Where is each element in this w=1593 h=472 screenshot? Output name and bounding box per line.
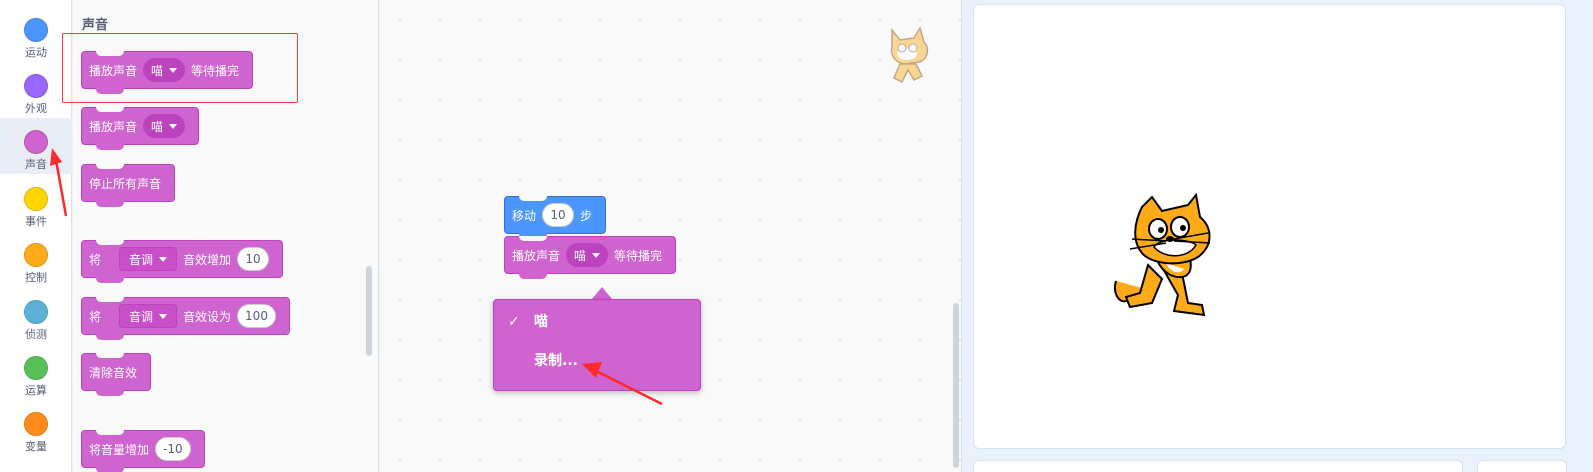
check-icon: ✓ <box>508 314 520 330</box>
caret-down-icon <box>159 313 168 319</box>
category-variables[interactable]: 变量 <box>0 400 72 456</box>
menu-item-meow[interactable]: ✓ 喵 <box>508 311 548 331</box>
effect-dropdown[interactable]: 音调 <box>119 247 178 271</box>
block-clear-effects[interactable]: 清除音效 <box>81 353 152 396</box>
block-label: 将 <box>89 309 102 324</box>
operators-category-icon <box>24 356 48 380</box>
effect-value-input[interactable]: 10 <box>237 247 270 271</box>
category-label: 控制 <box>25 271 47 284</box>
dropdown-value: 喵 <box>574 248 587 263</box>
annotation-arrow-icon <box>582 362 663 406</box>
sound-dropdown[interactable]: 喵 <box>566 243 609 267</box>
block-label: 将 <box>89 252 102 267</box>
block-suffix: 步 <box>580 208 593 223</box>
workspace-block-move-steps[interactable]: 移动 10 步 <box>504 196 607 239</box>
palette-scrollbar[interactable] <box>366 266 372 356</box>
caret-down-icon <box>592 252 601 258</box>
block-change-effect[interactable]: 将 音调 音效增加 10 <box>81 240 284 283</box>
block-start-sound[interactable]: 播放声音 喵 <box>81 107 200 150</box>
dropdown-value: 喵 <box>151 119 164 134</box>
steps-value-input[interactable]: 10 <box>542 203 575 227</box>
block-change-volume[interactable]: 将音量增加 -10 <box>81 430 205 472</box>
effect-dropdown[interactable]: 音调 <box>119 304 178 328</box>
stage-pane-edge <box>1477 460 1567 472</box>
category-label: 运算 <box>25 384 47 397</box>
volume-value-input[interactable]: -10 <box>155 437 191 461</box>
block-label: 播放声音 <box>89 119 138 134</box>
block-label: 将音量增加 <box>89 442 150 457</box>
effect-value-input[interactable]: 100 <box>237 304 276 328</box>
block-label: 清除音效 <box>89 365 138 380</box>
sprite-thumbnail-icon <box>890 26 929 84</box>
block-suffix: 等待播完 <box>614 248 663 263</box>
sprite-pane-edge <box>973 460 1463 472</box>
category-label: 侦测 <box>25 328 47 341</box>
annotation-arrow-icon <box>50 148 68 217</box>
motion-category-icon <box>24 18 48 42</box>
palette-section-title: 声音 <box>82 18 109 33</box>
block-label: 停止所有声音 <box>89 176 162 191</box>
block-set-effect[interactable]: 将 音调 音效设为 100 <box>81 297 290 340</box>
dropdown-value: 音调 <box>129 252 154 267</box>
block-action: 音效增加 <box>183 252 232 267</box>
looks-category-icon <box>24 74 48 98</box>
category-control[interactable]: 控制 <box>0 231 72 287</box>
stage-canvas[interactable] <box>973 4 1566 449</box>
category-operators[interactable]: 运算 <box>0 344 72 400</box>
block-label: 播放声音 <box>512 248 561 263</box>
menu-item-label: 录制... <box>534 353 578 369</box>
control-category-icon <box>24 243 48 267</box>
menu-item-label: 喵 <box>534 314 548 330</box>
annotation-highlight-box <box>62 33 298 103</box>
block-action: 音效设为 <box>183 309 232 324</box>
workspace-block-play-sound-until-done[interactable]: 播放声音 喵 等待播完 <box>504 236 677 279</box>
block-stop-all-sounds[interactable]: 停止所有声音 <box>81 164 176 207</box>
caret-down-icon <box>169 123 178 129</box>
dropdown-value: 音调 <box>129 309 154 324</box>
block-label: 移动 <box>512 208 537 223</box>
category-label: 外观 <box>25 102 47 115</box>
menu-item-record[interactable]: 录制... <box>508 350 578 370</box>
scratch-editor: 运动 外观 声音 事件 控制 侦测 运算 变量 声音 播放声音 喵 等待播完 播… <box>0 0 1593 472</box>
sound-dropdown[interactable]: 喵 <box>143 114 186 138</box>
sensing-category-icon <box>24 300 48 324</box>
variables-category-icon <box>24 412 48 436</box>
cat-sprite-icon <box>1114 193 1211 317</box>
dropdown-menu-pointer <box>592 287 612 299</box>
workspace-scrollbar[interactable] <box>953 303 959 468</box>
caret-down-icon <box>159 256 168 262</box>
category-sensing[interactable]: 侦测 <box>0 288 72 344</box>
category-label: 变量 <box>25 440 47 453</box>
